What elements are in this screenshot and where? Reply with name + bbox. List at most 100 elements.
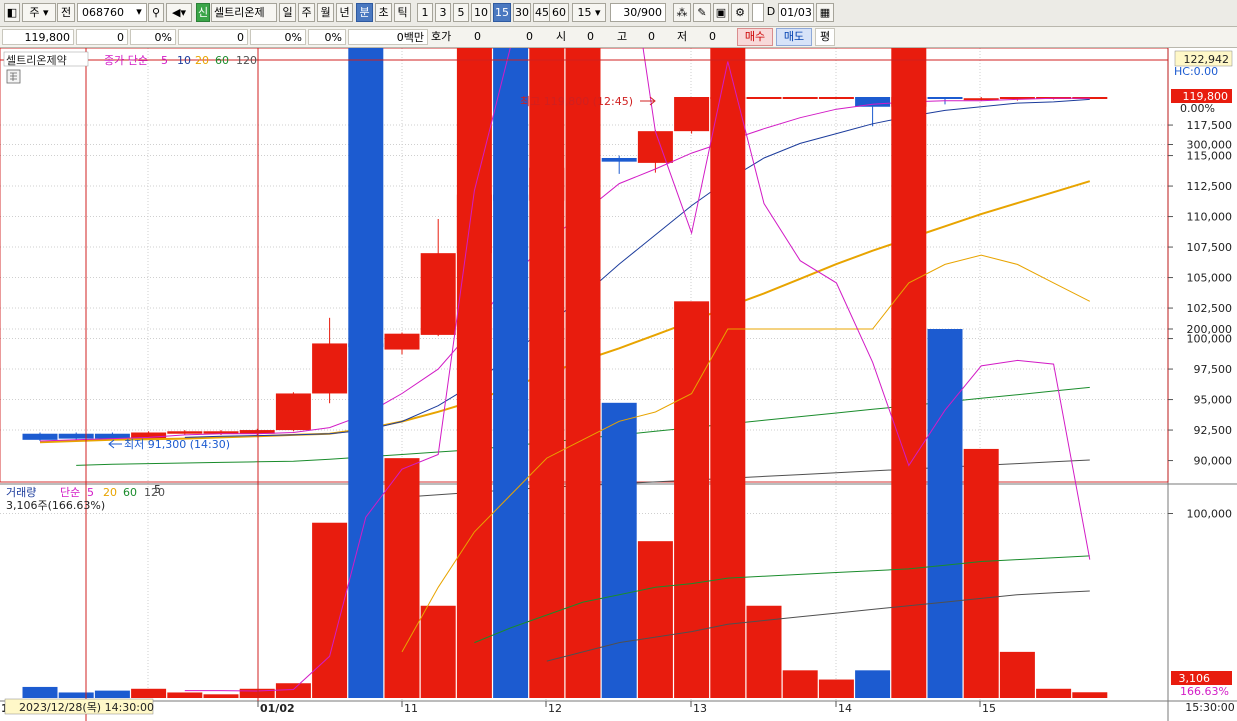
volume-bar bbox=[493, 48, 529, 699]
y-axis-label: 110,000 bbox=[1187, 211, 1233, 224]
volume-bar bbox=[203, 694, 239, 698]
minute-3[interactable]: 3 bbox=[435, 3, 451, 22]
legend-ma20: 20 bbox=[195, 54, 209, 67]
legend-ma5: 5 bbox=[161, 54, 168, 67]
candle-body bbox=[637, 131, 673, 163]
date-checkbox[interactable] bbox=[752, 3, 764, 22]
volume-legend-ma20: 20 bbox=[103, 486, 117, 499]
x-axis-label: 14 bbox=[838, 702, 852, 715]
code-dropdown-icon[interactable]: ▾ bbox=[132, 3, 146, 22]
turnover-rate: 0% bbox=[308, 29, 346, 45]
interval-minute[interactable]: 분 bbox=[356, 3, 373, 22]
volume-axis-label: 100,000 bbox=[1187, 508, 1233, 521]
interval-tick[interactable]: 틱 bbox=[394, 3, 411, 22]
gear-icon[interactable]: ⚙ bbox=[731, 3, 749, 22]
volume-bar bbox=[456, 48, 492, 699]
volume-info: 3,106주(166.63%) bbox=[6, 499, 105, 512]
volume-bar bbox=[348, 48, 384, 698]
quote-label: 호가 bbox=[431, 30, 452, 43]
minute-select-value: 15 bbox=[577, 6, 592, 19]
legend-ma60: 60 bbox=[215, 54, 229, 67]
minute-60[interactable]: 60 bbox=[549, 3, 569, 22]
interval-year[interactable]: 년 bbox=[336, 3, 353, 22]
volume-bar bbox=[1036, 688, 1072, 698]
high-value: 0 bbox=[648, 30, 655, 43]
x-axis-label: 11 bbox=[404, 702, 418, 715]
volume-bar bbox=[963, 448, 999, 698]
volume-bar bbox=[782, 670, 818, 698]
y-axis-label: 97,500 bbox=[1194, 363, 1233, 376]
minute-10[interactable]: 10 bbox=[471, 3, 491, 22]
legend-ma-label: 종가 단순 bbox=[104, 54, 148, 67]
credit-badge: 신 bbox=[196, 3, 210, 22]
candle-body bbox=[674, 97, 710, 132]
speaker-icon[interactable]: ◀▾ bbox=[166, 3, 192, 22]
y-axis-label: 117,500 bbox=[1187, 119, 1233, 132]
compare-button[interactable]: 전 bbox=[57, 3, 75, 22]
calendar-icon[interactable]: ▦ bbox=[816, 3, 834, 22]
chart-settings-icon[interactable]: ◧ bbox=[4, 3, 20, 22]
candle-body bbox=[420, 253, 456, 335]
volume-bar bbox=[674, 301, 710, 698]
interval-day[interactable]: 일 bbox=[279, 3, 296, 22]
sell-button[interactable]: 매도 bbox=[776, 28, 812, 46]
volume-bar bbox=[384, 458, 420, 698]
trade-amount: 0백만 bbox=[348, 29, 428, 45]
minute-1[interactable]: 1 bbox=[417, 3, 433, 22]
volume-bar bbox=[601, 402, 637, 698]
minute-select[interactable]: 15 ▾ bbox=[572, 3, 606, 22]
indicator-icon[interactable]: ⁂ bbox=[673, 3, 691, 22]
volume-legend-ma60: 60 bbox=[123, 486, 137, 499]
volume-bar bbox=[565, 48, 601, 699]
minute-15[interactable]: 15 bbox=[493, 3, 511, 22]
save-icon[interactable]: ▣ bbox=[713, 3, 729, 22]
quote-2: 0 bbox=[526, 30, 533, 43]
search-icon[interactable]: ⚲ bbox=[148, 3, 164, 22]
interval-second[interactable]: 초 bbox=[375, 3, 392, 22]
draw-tool-icon[interactable]: ✎ bbox=[693, 3, 711, 22]
legend-ma10: 10 bbox=[177, 54, 191, 67]
volume-bar bbox=[1072, 692, 1108, 698]
y-axis-label: 115,000 bbox=[1187, 150, 1233, 163]
volume-bar bbox=[529, 48, 565, 698]
period-type-select[interactable]: 주 ▾ bbox=[22, 3, 56, 22]
volume-legend-ma5: 5 bbox=[87, 486, 94, 499]
minute-30[interactable]: 30 bbox=[513, 3, 531, 22]
average-button[interactable]: 평 bbox=[815, 28, 835, 46]
low-value: 0 bbox=[709, 30, 716, 43]
interval-week[interactable]: 주 bbox=[298, 3, 315, 22]
legend-ma120: 120 bbox=[236, 54, 257, 67]
date-check-label: D bbox=[766, 5, 776, 18]
volume-bar bbox=[131, 688, 167, 698]
open-label: 시 bbox=[556, 30, 567, 43]
y-axis-label: 102,500 bbox=[1187, 302, 1233, 315]
volume-axis-label: 200,000 bbox=[1187, 323, 1233, 336]
minute-5[interactable]: 5 bbox=[453, 3, 469, 22]
x-axis-label: 15 bbox=[982, 702, 996, 715]
price-chart[interactable]: 117,500 115,000 112,500 110,000 107,500 105,0… bbox=[0, 48, 1237, 721]
volume-bar bbox=[891, 48, 927, 698]
volume-legend-ma120: 120 bbox=[144, 486, 165, 499]
hc-label: HC:0.00 bbox=[1174, 65, 1218, 78]
volume-bar bbox=[855, 670, 891, 698]
volume-legend-title: 거래량 bbox=[6, 486, 36, 499]
crosshair-date-text: 2023/12/28(목) 14:30:00 bbox=[19, 701, 154, 714]
quote-1: 0 bbox=[474, 30, 481, 43]
grid-toggle-icon[interactable] bbox=[6, 69, 21, 84]
volume-bar bbox=[818, 679, 854, 698]
buy-button[interactable]: 매수 bbox=[737, 28, 773, 46]
candle-body bbox=[927, 97, 963, 99]
volume-bar bbox=[167, 692, 203, 698]
count-input[interactable]: 30/900 bbox=[610, 3, 666, 22]
x-axis-label: 12 bbox=[548, 702, 562, 715]
x-axis-label: 01/02 bbox=[260, 702, 295, 715]
interval-month[interactable]: 월 bbox=[317, 3, 334, 22]
candle-body bbox=[782, 97, 818, 99]
high-label: 고 bbox=[617, 30, 628, 43]
info-bar: 119,800 0 0% 0 0% 0% 0백만 호가 0 0 시 0 고 0 … bbox=[0, 27, 1237, 48]
y-axis-label: 95,000 bbox=[1194, 394, 1233, 407]
candle-body bbox=[275, 393, 311, 431]
toolbar: ◧ 주 ▾ 전 068760 ▾ ⚲ ◀▾ 신 셀트리온제 일 주 월 년 분 … bbox=[0, 0, 1237, 27]
candle-body bbox=[601, 158, 637, 162]
date-input[interactable]: 01/03 bbox=[778, 3, 814, 22]
